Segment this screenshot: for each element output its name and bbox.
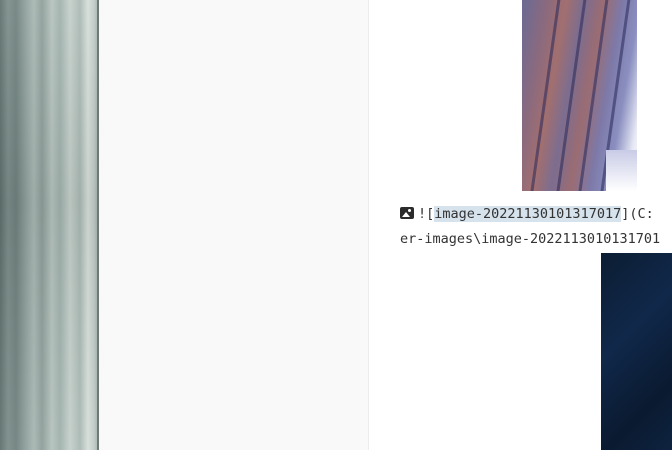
image-icon — [400, 207, 414, 219]
image-alt-text[interactable]: image-20221130101317017 — [434, 206, 622, 222]
markdown-prefix: ![ — [418, 206, 435, 222]
markdown-image-path[interactable]: er-images\image-2022113010131701 — [400, 228, 660, 250]
markdown-suffix: ](C: — [621, 206, 654, 222]
app-window: ![image-20221130101317017](C: er-images\… — [0, 0, 672, 450]
embedded-image-top[interactable] — [522, 0, 637, 191]
desktop-wallpaper — [0, 0, 99, 450]
editor-area[interactable]: ![image-20221130101317017](C: er-images\… — [369, 0, 672, 450]
embedded-image-bottom[interactable] — [601, 253, 672, 450]
markdown-image-source[interactable]: ![image-20221130101317017](C: — [400, 203, 654, 225]
sidebar-pane[interactable] — [99, 0, 369, 450]
